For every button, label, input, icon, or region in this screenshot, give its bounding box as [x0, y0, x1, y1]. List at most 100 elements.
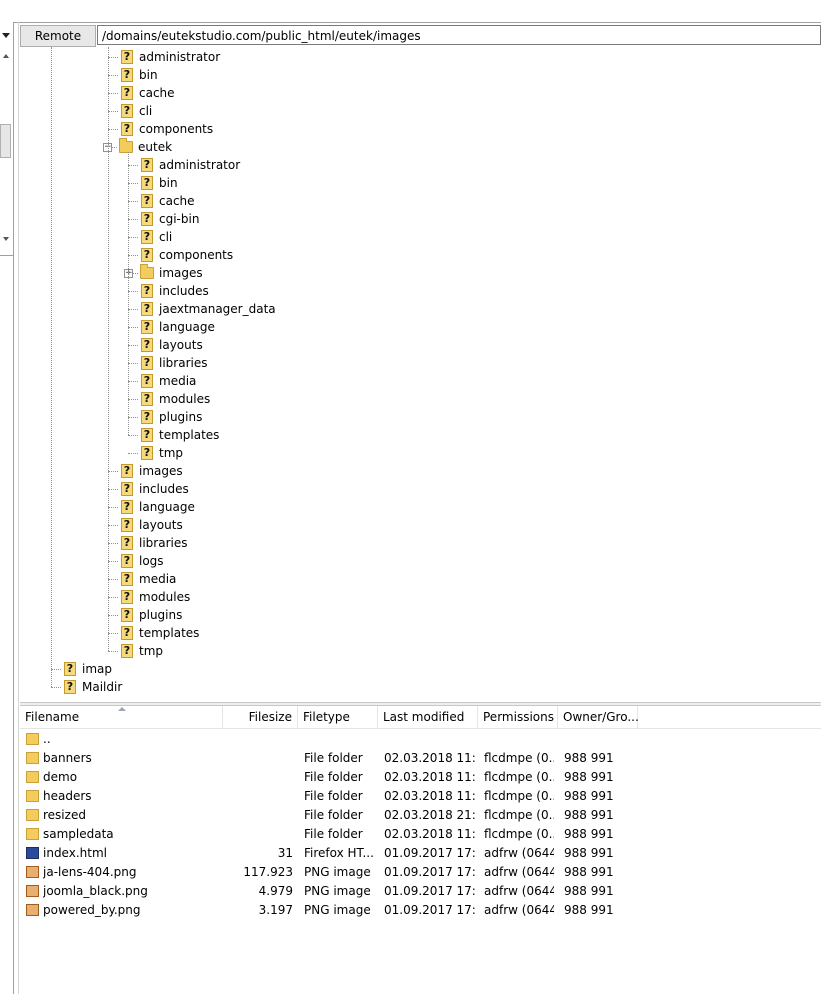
file-row[interactable]: resized File folder 02.03.2018 21:1... flcd… — [20, 806, 821, 825]
tree-node[interactable]: ? bin — [20, 174, 821, 192]
tree-node[interactable]: ? imap — [20, 660, 821, 678]
tree-node[interactable]: ? cache — [20, 84, 821, 102]
file-perm-cell: adfrw (0644) — [484, 903, 554, 917]
tree-node[interactable]: ? administrator — [20, 156, 821, 174]
file-row[interactable]: banners File folder 02.03.2018 11:3... flcd… — [20, 749, 821, 768]
tree-node[interactable]: ? libraries — [20, 354, 821, 372]
tree-node[interactable]: ? cgi-bin — [20, 210, 821, 228]
tree-node[interactable]: ? components — [20, 246, 821, 264]
tree-connector — [51, 669, 61, 670]
tree-node[interactable]: ? components — [20, 120, 821, 138]
column-header-last-modified[interactable]: Last modified — [378, 706, 478, 728]
tree-node[interactable]: ? libraries — [20, 534, 821, 552]
tree-connector — [108, 57, 118, 58]
local-panel-edge — [0, 22, 14, 994]
column-header-filesize[interactable]: Filesize — [223, 706, 298, 728]
tree-node[interactable]: ? Maildir — [20, 678, 821, 696]
tree-node[interactable]: ? language — [20, 498, 821, 516]
file-row[interactable]: sampledata File folder 02.03.2018 11:3... f… — [20, 825, 821, 844]
unknown-folder-icon: ? — [121, 50, 133, 64]
tree-connector — [108, 111, 118, 112]
column-label-filename: Filename — [25, 710, 80, 724]
tree-node[interactable]: ? templates — [20, 426, 821, 444]
tree-guide-level2 — [108, 47, 109, 651]
unknown-folder-icon: ? — [141, 428, 153, 442]
folder-icon — [119, 138, 133, 153]
column-header-filename[interactable]: Filename — [20, 706, 223, 728]
tree-node[interactable]: ? logs — [20, 552, 821, 570]
tree-node[interactable]: ? bin — [20, 66, 821, 84]
tree-guide-level3 — [128, 152, 129, 435]
file-owner-cell: 988 991 — [564, 865, 614, 879]
tree-node-label: tmp — [159, 446, 184, 460]
column-header-owner-group[interactable]: Owner/Gro... — [558, 706, 639, 728]
tree-connector — [128, 165, 138, 166]
remote-file-list[interactable]: Filename Filesize Filetype Last modified… — [20, 706, 821, 994]
tree-connector — [108, 615, 118, 616]
tree-node[interactable]: ? tmp — [20, 444, 821, 462]
unknown-folder-icon: ? — [121, 482, 133, 496]
unknown-folder-icon: ? — [121, 104, 133, 118]
tree-node[interactable]: ? templates — [20, 624, 821, 642]
tree-node[interactable]: ? includes — [20, 282, 821, 300]
unknown-folder-icon: ? — [141, 338, 153, 352]
file-row[interactable]: .. — [20, 730, 821, 749]
file-owner-cell: 988 991 — [564, 884, 614, 898]
unknown-folder-icon: ? — [121, 626, 133, 640]
tree-node[interactable]: ? language — [20, 318, 821, 336]
file-name-cell: index.html — [43, 846, 107, 860]
tree-connector — [128, 327, 138, 328]
column-label-permissions: Permissions — [483, 710, 554, 724]
tree-node[interactable]: ? plugins — [20, 606, 821, 624]
tree-node-label: plugins — [159, 410, 203, 424]
vertical-splitter[interactable] — [18, 22, 19, 994]
unknown-folder-icon: ? — [141, 410, 153, 424]
file-owner-cell: 988 991 — [564, 789, 614, 803]
tree-node[interactable]: ? cache — [20, 192, 821, 210]
tree-connector — [128, 219, 138, 220]
file-modified-cell: 01.09.2017 17:3... — [384, 846, 476, 860]
tree-node[interactable]: − eutek — [20, 138, 821, 156]
file-row[interactable]: ja-lens-404.png 117.923 PNG image 01.09.201… — [20, 863, 821, 882]
top-border — [0, 22, 821, 23]
file-type-cell: PNG image — [304, 903, 371, 917]
column-header-filetype[interactable]: Filetype — [298, 706, 378, 728]
tree-connector — [128, 345, 138, 346]
scrollbar-thumb[interactable] — [0, 124, 11, 158]
remote-directory-tree[interactable]: ? administrator? bin? cache? cli? components −… — [20, 47, 821, 702]
file-type-cell: File folder — [304, 808, 363, 822]
file-modified-cell: 02.03.2018 11:3... — [384, 770, 476, 784]
local-dropdown-arrow-icon[interactable] — [2, 33, 10, 38]
tree-node[interactable]: ? cli — [20, 102, 821, 120]
tree-node[interactable]: ? includes — [20, 480, 821, 498]
scroll-up-icon[interactable] — [3, 54, 9, 58]
tree-node[interactable]: ? layouts — [20, 336, 821, 354]
tree-node[interactable]: ? modules — [20, 390, 821, 408]
tree-connector — [108, 129, 118, 130]
column-label-last-modified: Last modified — [383, 710, 465, 724]
tree-node[interactable]: ? tmp — [20, 642, 821, 660]
unknown-folder-icon: ? — [121, 590, 133, 604]
tree-node[interactable]: ? jaextmanager_data — [20, 300, 821, 318]
file-row[interactable]: headers File folder 02.03.2018 11:3... flcd… — [20, 787, 821, 806]
file-row[interactable]: joomla_black.png 4.979 PNG image 01.09.2017… — [20, 882, 821, 901]
remote-path-input[interactable]: /domains/eutekstudio.com/public_html/eut… — [97, 25, 821, 45]
file-row[interactable]: demo File folder 02.03.2018 11:3... flcdmpe… — [20, 768, 821, 787]
unknown-folder-icon: ? — [121, 554, 133, 568]
file-row[interactable]: powered_by.png 3.197 PNG image 01.09.2017 1… — [20, 901, 821, 920]
tree-node[interactable]: ? administrator — [20, 48, 821, 66]
unknown-folder-icon: ? — [121, 644, 133, 658]
tree-node[interactable]: ? media — [20, 570, 821, 588]
tree-node[interactable]: ? modules — [20, 588, 821, 606]
tree-node[interactable]: + images — [20, 264, 821, 282]
tree-node[interactable]: ? media — [20, 372, 821, 390]
tree-node[interactable]: ? cli — [20, 228, 821, 246]
file-row[interactable]: index.html 31 Firefox HT... 01.09.2017 17:3… — [20, 844, 821, 863]
tree-node[interactable]: ? layouts — [20, 516, 821, 534]
tree-node-label: modules — [159, 392, 211, 406]
scroll-down-icon[interactable] — [3, 237, 9, 241]
tree-node[interactable]: ? images — [20, 462, 821, 480]
column-header-permissions[interactable]: Permissions — [478, 706, 558, 728]
tree-node[interactable]: ? plugins — [20, 408, 821, 426]
folder-icon — [26, 733, 39, 745]
